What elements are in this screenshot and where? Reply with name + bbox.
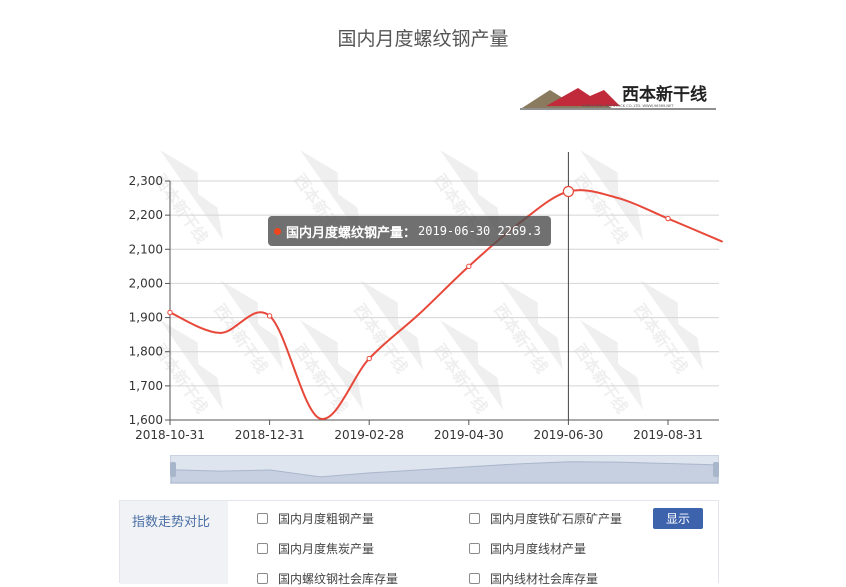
tooltip-value: 2019-06-30 2269.3	[418, 224, 541, 238]
watermark-layer: 西本新干线 西本新干线 西本新干线 西本新干线西本新干线 西本新干线 西本新干线 西本新干线…	[150, 150, 704, 417]
panel-label-text: 指数走势对比	[132, 515, 211, 530]
data-point	[466, 263, 472, 270]
y-tick-label: 2,100	[129, 242, 163, 256]
checkbox[interactable]	[257, 543, 268, 554]
option-label: 国内月度焦炭产量	[278, 542, 375, 556]
y-tick-label: 2,200	[129, 208, 163, 222]
x-tick-label: 2019-08-31	[633, 428, 703, 442]
data-point	[167, 309, 173, 316]
data-tooltip: 国内月度螺纹钢产量： 2019-06-30 2269.3	[268, 216, 551, 246]
x-tick-label: 2018-12-31	[235, 428, 305, 442]
zoom-preview	[171, 461, 718, 483]
tooltip-series-name: 国内月度螺纹钢产量：	[286, 225, 417, 241]
data-point	[665, 215, 671, 222]
option-crude-steel[interactable]: 国内月度粗钢产量	[257, 510, 374, 527]
option-coke[interactable]: 国内月度焦炭产量	[257, 540, 374, 557]
watermark: 西本新干线	[490, 280, 564, 377]
x-tick-label: 2019-02-28	[334, 428, 404, 442]
watermark: 西本新干线	[350, 280, 424, 377]
option-label: 国内线材社会库存量	[490, 572, 599, 586]
y-tick-label: 1,800	[129, 345, 163, 359]
data-point	[562, 185, 575, 198]
option-iron-ore[interactable]: 国内月度铁矿石原矿产量	[469, 510, 622, 527]
checkbox[interactable]	[257, 573, 268, 584]
data-point	[366, 355, 372, 362]
option-label: 国内月度线材产量	[490, 542, 587, 556]
checkbox[interactable]	[469, 543, 480, 554]
zoom-handle-left[interactable]	[170, 462, 176, 477]
zoom-handle-right[interactable]	[713, 462, 719, 477]
y-tick-label: 2,300	[129, 174, 163, 188]
option-wire-stock[interactable]: 国内线材社会库存量	[469, 570, 598, 587]
x-tick-label: 2019-04-30	[434, 428, 504, 442]
panel-label: 指数走势对比	[120, 501, 228, 584]
y-tick-label: 1,600	[129, 413, 163, 427]
zoom-slider[interactable]	[170, 455, 719, 484]
watermark: 西本新干线	[150, 150, 224, 247]
x-tick-label: 2019-06-30	[534, 428, 604, 442]
checkbox[interactable]	[469, 513, 480, 524]
data-point	[266, 313, 273, 319]
watermark: 西本新干线	[210, 280, 284, 377]
checkbox[interactable]	[469, 573, 480, 584]
option-label: 国内月度粗钢产量	[278, 512, 375, 526]
option-rebar-stock[interactable]: 国内螺纹钢社会库存量	[257, 570, 398, 587]
option-wire-rod[interactable]: 国内月度线材产量	[469, 540, 586, 557]
option-label: 国内螺纹钢社会库存量	[278, 572, 399, 586]
watermark: 西本新干线	[570, 150, 644, 247]
option-label: 国内月度铁矿石原矿产量	[490, 512, 623, 526]
y-tick-label: 1,900	[129, 311, 163, 325]
watermark: 西本新干线	[630, 280, 704, 377]
x-axis: 2018-10-31 2018-12-31 2019-02-28 2019-04-30…	[135, 419, 719, 442]
tooltip-marker	[274, 227, 281, 235]
comparison-panel: 指数走势对比	[119, 500, 719, 584]
line-chart[interactable]: 西本新干线 西本新干线 西本新干线 西本新干线西本新干线 西本新干线 西本新干线 西本新干线…	[0, 0, 846, 583]
y-tick-label: 1,700	[129, 379, 163, 393]
checkbox[interactable]	[257, 513, 268, 524]
show-button[interactable]: 显示	[653, 508, 703, 529]
y-tick-label: 2,000	[129, 276, 163, 290]
y-axis: 1,600 1,700 1,800 1,900 2,000 2,100 2,200 2,300	[129, 174, 171, 427]
x-tick-label: 2018-10-31	[135, 428, 205, 442]
